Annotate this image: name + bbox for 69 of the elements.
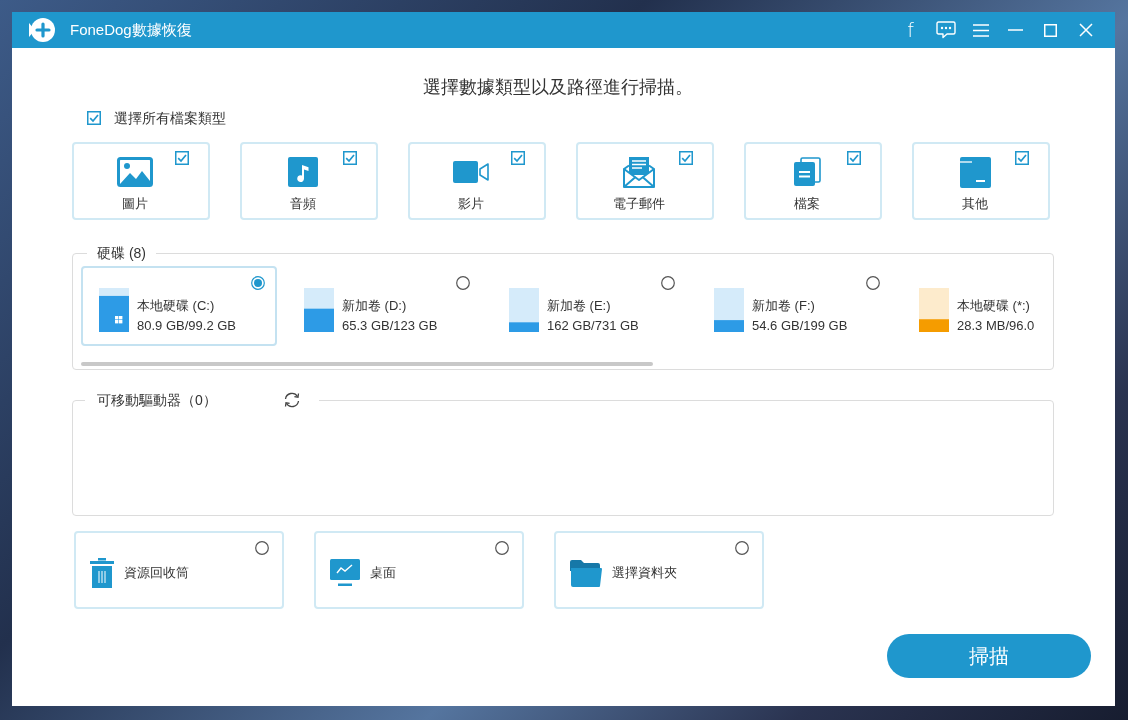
document-icon	[793, 157, 821, 187]
app-logo-icon	[26, 15, 56, 45]
drive-name: 本地硬碟 (*:)	[957, 298, 1031, 314]
file-type-label: 檔案	[794, 196, 820, 212]
radio-button[interactable]	[495, 541, 509, 555]
file-type-label: 影片	[458, 196, 484, 212]
drive-usage: 28.3 MB/96.0	[957, 318, 1035, 334]
checkbox[interactable]	[343, 151, 357, 165]
envelope-icon	[623, 156, 655, 188]
checkbox[interactable]	[679, 151, 693, 165]
drive-name: 新加卷 (E:)	[547, 298, 612, 314]
file-type-label: 圖片	[122, 196, 148, 212]
video-camera-icon	[453, 160, 489, 184]
checkbox[interactable]	[511, 151, 525, 165]
location-card[interactable]: 資源回收筒	[74, 531, 284, 609]
location-card[interactable]: 選擇資料夾	[554, 531, 764, 609]
trash-icon	[90, 558, 114, 588]
refresh-icon[interactable]	[282, 392, 301, 408]
drive-name: 新加卷 (F:)	[752, 298, 816, 314]
file-type-card[interactable]: 圖片	[72, 142, 210, 220]
window-title: FoneDog數據恢復	[70, 20, 192, 40]
file-type-card[interactable]: 檔案	[744, 142, 882, 220]
page-heading: 選擇數據類型以及路徑進行掃描。	[422, 76, 694, 98]
file-type-label: 其他	[962, 196, 988, 212]
drive-card[interactable]: 新加卷 (F:) 54.6 GB/199 GB	[696, 266, 892, 346]
scrollbar-thumb[interactable]	[81, 362, 653, 366]
location-label: 選擇資料夾	[612, 565, 677, 581]
checkbox[interactable]	[175, 151, 189, 165]
file-type-card[interactable]: 影片	[408, 142, 546, 220]
radio-button[interactable]	[456, 276, 470, 290]
chat-icon[interactable]	[935, 21, 956, 39]
image-icon	[117, 157, 153, 187]
drive-card[interactable]: 新加卷 (D:) 65.3 GB/123 GB	[286, 266, 482, 346]
drive-usage: 80.9 GB/99.2 GB	[137, 318, 236, 334]
music-note-icon	[288, 157, 318, 187]
drive-card[interactable]: 本地硬碟 (*:) 28.3 MB/96.0	[901, 266, 1053, 346]
radio-button[interactable]	[866, 276, 880, 290]
radio-button[interactable]	[251, 276, 265, 290]
drive-card[interactable]: 新加卷 (E:) 162 GB/731 GB	[491, 266, 687, 346]
select-all-checkbox[interactable]	[87, 111, 101, 125]
radio-button[interactable]	[735, 541, 749, 555]
radio-button[interactable]	[661, 276, 675, 290]
location-card[interactable]: 桌面	[314, 531, 524, 609]
close-icon[interactable]	[1078, 23, 1093, 37]
file-type-card[interactable]: 音頻	[240, 142, 378, 220]
maximize-icon[interactable]	[1044, 23, 1057, 37]
drive-usage: 54.6 GB/199 GB	[752, 318, 848, 334]
drive-name: 新加卷 (D:)	[342, 298, 408, 314]
drive-card[interactable]: 本地硬碟 (C:) 80.9 GB/99.2 GB	[81, 266, 277, 346]
group-title: 硬碟 (8)	[97, 245, 146, 261]
windows-icon	[115, 316, 123, 324]
file-type-label: 音頻	[290, 196, 316, 212]
folder-icon	[959, 156, 991, 188]
monitor-icon	[330, 559, 360, 587]
file-type-label: 電子郵件	[613, 196, 665, 212]
group-title: 可移動驅動器（0）	[97, 392, 217, 408]
select-all-label: 選擇所有檔案類型	[114, 110, 226, 126]
checkbox[interactable]	[847, 151, 861, 165]
folder-icon	[570, 559, 602, 587]
location-label: 桌面	[370, 565, 396, 581]
file-type-card[interactable]: 電子郵件	[576, 142, 714, 220]
menu-icon[interactable]	[972, 23, 989, 37]
drive-usage: 65.3 GB/123 GB	[342, 318, 438, 334]
file-type-card[interactable]: 其他	[912, 142, 1050, 220]
location-label: 資源回收筒	[124, 565, 189, 581]
drive-usage: 162 GB/731 GB	[547, 318, 639, 334]
drive-name: 本地硬碟 (C:)	[137, 298, 216, 314]
checkbox[interactable]	[1015, 151, 1029, 165]
radio-button[interactable]	[255, 541, 269, 555]
